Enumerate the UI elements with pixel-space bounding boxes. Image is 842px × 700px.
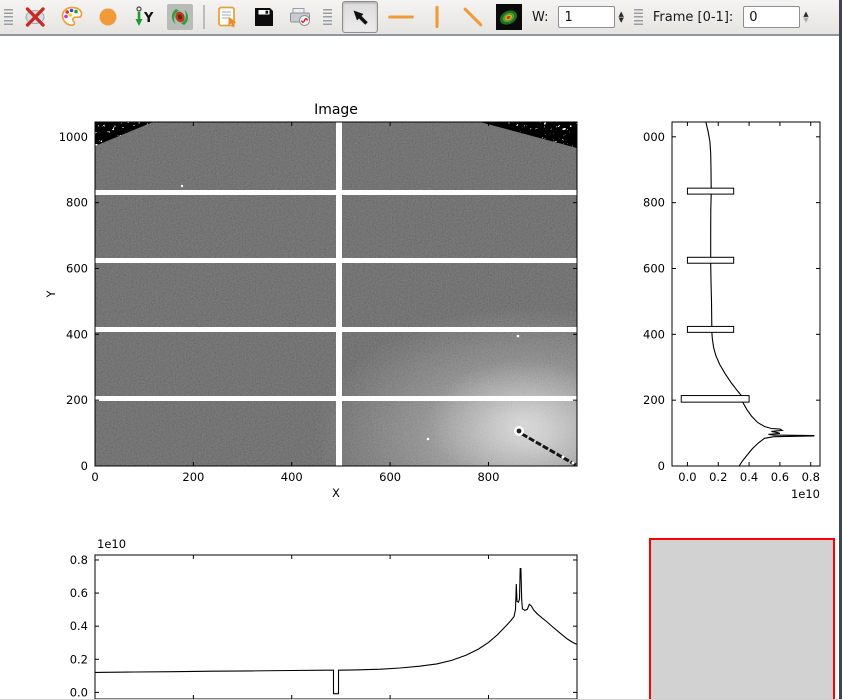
y-tick-label: 0.0 bbox=[70, 685, 88, 699]
palette-icon bbox=[59, 4, 85, 30]
column-profile-plot[interactable]: 0.0 0.2 0.4 0.6 0.8 0 200 400 600 800 000 1e10 bbox=[630, 93, 842, 513]
hot-pixel bbox=[517, 335, 520, 338]
ccd-image[interactable] bbox=[95, 122, 600, 563]
spin-down-icon[interactable]: ▼ bbox=[803, 17, 808, 23]
delete-icon bbox=[23, 4, 49, 30]
gap-box bbox=[687, 326, 733, 332]
save-icon bbox=[251, 4, 277, 30]
y-tick-label: 400 bbox=[66, 327, 88, 341]
marker-circle-button[interactable] bbox=[95, 4, 121, 30]
plot-title: Image bbox=[314, 102, 358, 118]
gap-box bbox=[687, 188, 733, 194]
y-tick-label: 800 bbox=[66, 196, 88, 210]
y-tick-label: 0.6 bbox=[70, 586, 88, 600]
y-tick-label: 600 bbox=[643, 261, 665, 275]
x-tick-label: 0 bbox=[91, 470, 98, 484]
clipboard-icon bbox=[215, 4, 241, 30]
width-spinbox: ▲ ▼ bbox=[558, 6, 623, 28]
toolbar-grip[interactable] bbox=[634, 9, 643, 26]
frame-input[interactable] bbox=[743, 6, 800, 28]
row-profile-plot[interactable]: 02004006008000.00.20.40.60.81e10 bbox=[40, 533, 600, 700]
axis-offset-label: 1e10 bbox=[791, 487, 820, 501]
empty-selected-panel[interactable] bbox=[649, 538, 835, 700]
y-tick-label: 0 bbox=[81, 459, 88, 473]
x-tick-label: 0.0 bbox=[678, 470, 696, 484]
y-tick-label: 400 bbox=[643, 327, 665, 341]
y-tick-label: 000 bbox=[643, 130, 665, 144]
width-input[interactable] bbox=[558, 6, 615, 28]
flux-vs-row bbox=[706, 122, 814, 466]
horizontal-line-icon bbox=[388, 5, 414, 29]
y-tick-label: 200 bbox=[66, 393, 88, 407]
toolbar-grip[interactable] bbox=[323, 9, 332, 26]
toolbar: Y bbox=[0, 0, 842, 36]
width-label: W: bbox=[532, 10, 548, 25]
x-tick-label: 0.4 bbox=[740, 470, 758, 484]
x-tick-label: 400 bbox=[281, 470, 303, 484]
y-tick-label: 0 bbox=[658, 459, 665, 473]
chip-gap-horizontal bbox=[95, 327, 577, 332]
vertical-line-icon bbox=[424, 4, 450, 30]
vertical-cut-button[interactable] bbox=[424, 4, 450, 30]
image-view-button[interactable] bbox=[496, 4, 522, 30]
svg-text:Y: Y bbox=[143, 11, 154, 26]
frame-spinner[interactable]: ▲ ▼ bbox=[803, 11, 808, 23]
frame-spinbox: ▲ ▼ bbox=[743, 6, 808, 28]
delete-button[interactable] bbox=[23, 4, 49, 30]
chip-gap-horizontal bbox=[95, 396, 577, 401]
gap-box bbox=[681, 396, 749, 403]
copy-clipboard-button[interactable] bbox=[215, 4, 241, 30]
figure-canvas: 0 200 400 600 800 0 200 400 600 800 1000 Image X Y 0.… bbox=[0, 38, 839, 700]
image-plot[interactable]: 0 200 400 600 800 0 200 400 600 800 1000 Image X Y bbox=[40, 93, 600, 563]
y-tick-label: 200 bbox=[643, 393, 665, 407]
diagonal-line-icon bbox=[460, 4, 486, 30]
hot-pixel bbox=[572, 462, 575, 465]
y-tick-label: 1000 bbox=[59, 130, 88, 144]
x-tick-label: 0.2 bbox=[709, 470, 727, 484]
x-tick-label: 0.8 bbox=[802, 470, 820, 484]
image-view-icon bbox=[496, 4, 522, 30]
circle-icon bbox=[95, 4, 121, 30]
y-tick-label: 0.2 bbox=[70, 652, 88, 666]
x-tick-label: 800 bbox=[477, 470, 499, 484]
frame-label: Frame [0-1]: bbox=[653, 10, 733, 25]
app-window: Y bbox=[0, 0, 842, 700]
toolbar-grip[interactable] bbox=[4, 9, 13, 26]
print-plot-icon bbox=[287, 4, 313, 30]
axes-frame bbox=[672, 122, 820, 466]
toolbar-separator bbox=[203, 5, 205, 29]
flux-vs-x bbox=[95, 569, 577, 694]
y-tick-label: 800 bbox=[643, 196, 665, 210]
hot-pixel bbox=[427, 438, 430, 441]
flip-y-button[interactable]: Y bbox=[131, 4, 157, 30]
y-tick-label: 0.4 bbox=[70, 619, 88, 633]
chip-gap-horizontal bbox=[95, 190, 577, 195]
spin-down-icon[interactable]: ▼ bbox=[618, 17, 623, 23]
galaxy-icon bbox=[167, 4, 193, 30]
chip-gap-vertical bbox=[336, 122, 342, 466]
y-tick-label: 0.8 bbox=[70, 553, 88, 567]
y-tick-label: 600 bbox=[66, 261, 88, 275]
pointer-icon bbox=[348, 5, 372, 29]
x-tick-label: 200 bbox=[182, 470, 204, 484]
pointer-select-button[interactable] bbox=[342, 1, 378, 33]
galaxy-view-button[interactable] bbox=[167, 4, 193, 30]
axis-offset-label: 1e10 bbox=[97, 537, 126, 551]
chip-gap-horizontal bbox=[95, 258, 577, 263]
horizontal-cut-button[interactable] bbox=[388, 4, 414, 30]
save-button[interactable] bbox=[251, 4, 277, 30]
x-tick-label: 600 bbox=[379, 470, 401, 484]
width-spinner[interactable]: ▲ ▼ bbox=[618, 11, 623, 23]
flip-y-icon: Y bbox=[131, 4, 157, 30]
hot-pixel bbox=[181, 185, 183, 187]
x-axis-label: X bbox=[332, 486, 340, 500]
palette-button[interactable] bbox=[59, 4, 85, 30]
streak-head-core bbox=[517, 429, 522, 434]
hot-pixel bbox=[562, 456, 565, 459]
diagonal-cut-button[interactable] bbox=[460, 4, 486, 30]
gap-box bbox=[687, 257, 733, 263]
print-plot-button[interactable] bbox=[287, 4, 313, 30]
x-tick-label: 0.6 bbox=[771, 470, 789, 484]
y-axis-label: Y bbox=[44, 290, 58, 299]
